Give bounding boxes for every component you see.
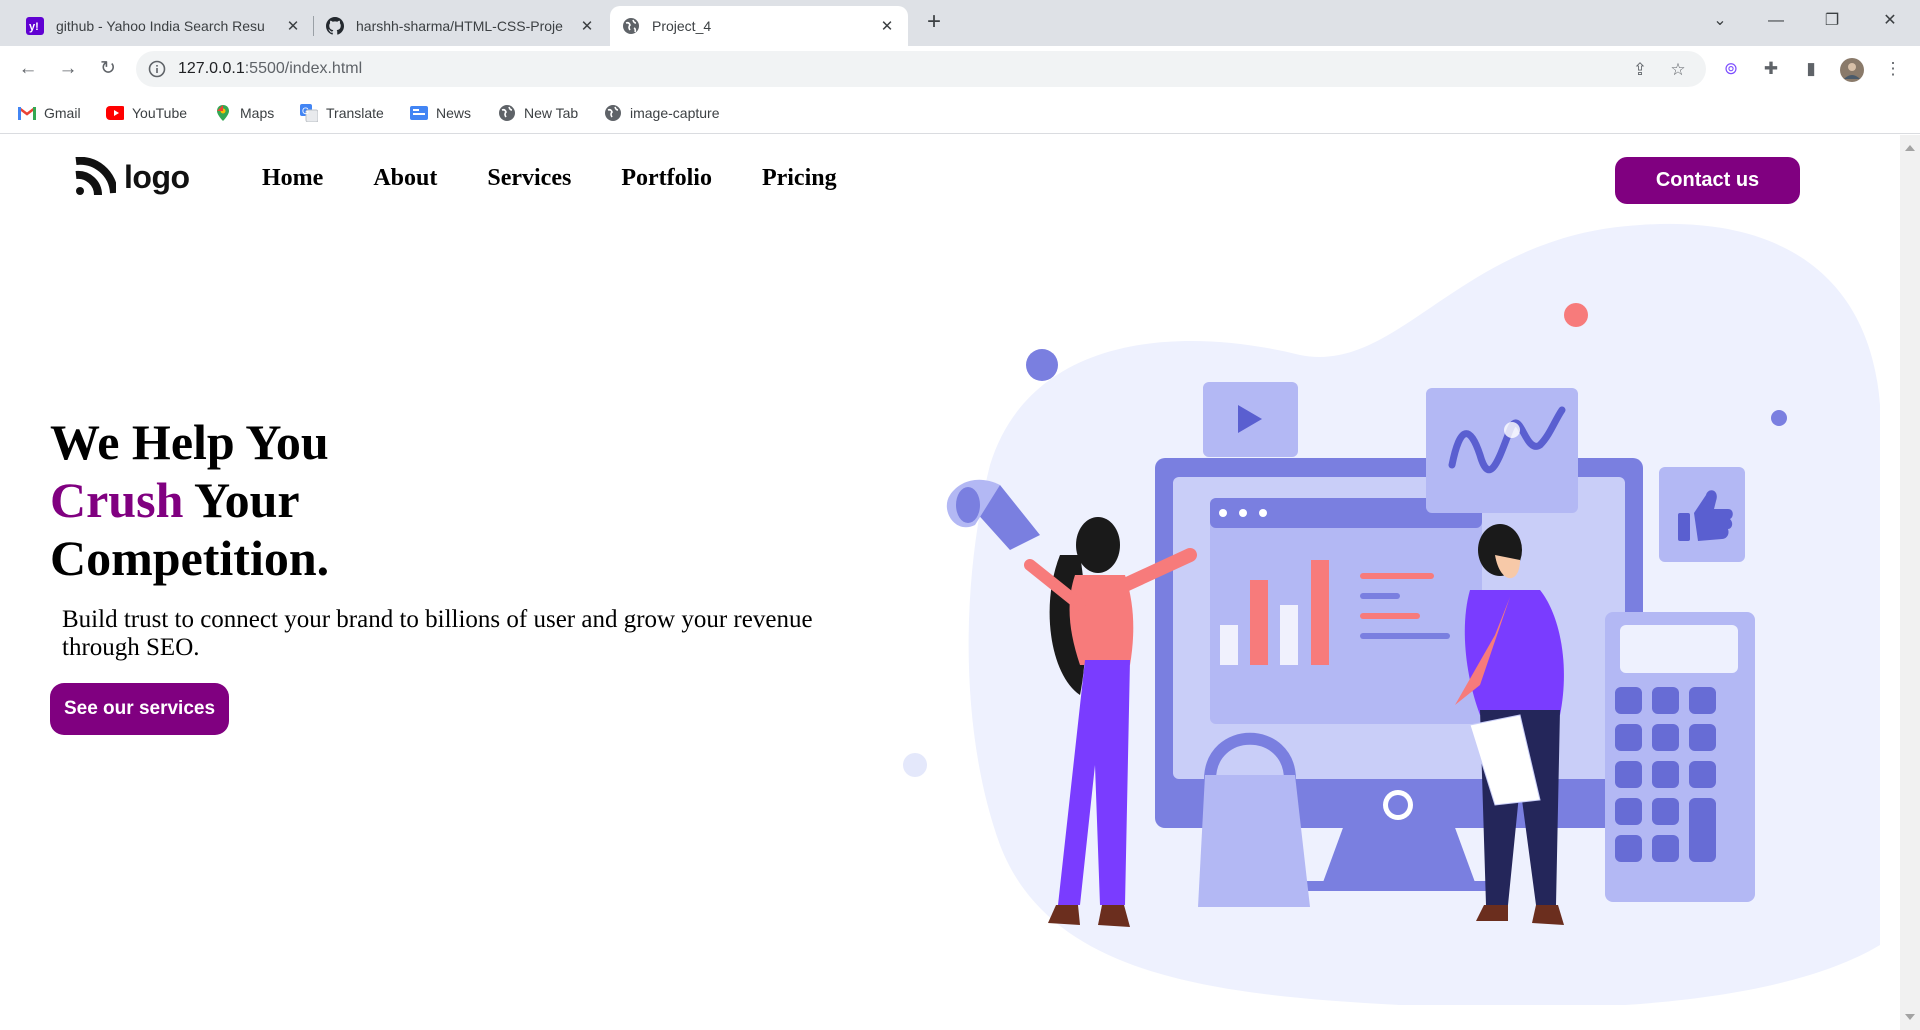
- browser-tab-strip: y! github - Yahoo India Search Resu ✕ ha…: [0, 0, 1920, 46]
- bookmark-news[interactable]: News: [410, 102, 471, 124]
- close-window-icon[interactable]: ✕: [1866, 6, 1914, 36]
- bookmark-label: YouTube: [132, 105, 188, 121]
- page-scrollbar[interactable]: [1900, 135, 1920, 1030]
- bookmark-label: Translate: [326, 105, 384, 121]
- hero-accent-word: Crush: [50, 472, 184, 528]
- maps-icon: [214, 104, 232, 122]
- svg-text:y!: y!: [29, 21, 39, 33]
- address-bar[interactable]: 127.0.0.1:5500/index.html ⇪ ☆: [136, 51, 1706, 87]
- see-services-button[interactable]: See our services: [50, 683, 229, 735]
- bookmark-star-icon[interactable]: ☆: [1668, 60, 1688, 80]
- close-tab-icon[interactable]: ✕: [578, 17, 596, 35]
- youtube-icon: [106, 104, 124, 122]
- logo-mark-icon: [75, 157, 116, 196]
- new-tab-button[interactable]: +: [920, 9, 948, 37]
- bookmark-gmail[interactable]: Gmail: [18, 102, 81, 124]
- hero-heading: We Help You Crush Your Competition.: [50, 413, 329, 587]
- bookmark-label: Maps: [240, 105, 275, 121]
- dot-purple-small: [1771, 410, 1787, 426]
- yahoo-icon: y!: [26, 17, 44, 35]
- bookmark-youtube[interactable]: YouTube: [106, 102, 187, 124]
- tab-yahoo-search[interactable]: y! github - Yahoo India Search Resu ✕: [14, 6, 314, 46]
- globe-icon: [622, 17, 640, 35]
- site-info-icon[interactable]: [148, 60, 166, 78]
- globe-icon: [604, 104, 622, 122]
- browser-toolbar: ← → ↻ 127.0.0.1:5500/index.html ⇪ ☆ ⊚ ✚ …: [0, 46, 1920, 92]
- hero-line-2-rest: Your: [183, 472, 300, 528]
- close-tab-icon[interactable]: ✕: [878, 17, 896, 35]
- tab-project4[interactable]: Project_4 ✕: [610, 6, 908, 46]
- hero-subtitle: Build trust to connect your brand to bil…: [62, 606, 813, 661]
- tab-title: harshh-sharma/HTML-CSS-Proje: [356, 18, 563, 34]
- github-icon: [326, 17, 344, 35]
- news-icon: [410, 104, 428, 122]
- dot-purple: [1026, 349, 1058, 381]
- nav-portfolio[interactable]: Portfolio: [621, 165, 712, 192]
- nav-about[interactable]: About: [373, 165, 437, 192]
- hero-illustration: [903, 224, 1880, 1005]
- svg-text:G: G: [302, 106, 309, 116]
- nav-services[interactable]: Services: [487, 165, 571, 192]
- gmail-icon: [18, 104, 36, 122]
- reload-icon[interactable]: ↻: [94, 57, 122, 81]
- scroll-down-icon[interactable]: [1905, 1014, 1915, 1020]
- forward-icon[interactable]: →: [54, 57, 82, 81]
- nav-pricing[interactable]: Pricing: [762, 165, 837, 192]
- tab-title: Project_4: [652, 18, 712, 34]
- translate-icon: G: [300, 104, 318, 122]
- url-text: 127.0.0.1:5500/index.html: [178, 60, 362, 78]
- share-icon[interactable]: ⇪: [1630, 60, 1650, 80]
- nav-home[interactable]: Home: [262, 165, 323, 192]
- contact-button[interactable]: Contact us: [1615, 157, 1800, 204]
- dot-coral-top: [1564, 303, 1588, 327]
- profile-avatar[interactable]: [1840, 58, 1864, 82]
- extension-icon[interactable]: ⊚: [1720, 58, 1742, 80]
- bookmarks-bar: Gmail YouTube Maps G Translate News New …: [0, 92, 1920, 134]
- analytics-card-icon: [1426, 388, 1578, 513]
- side-panel-icon[interactable]: ▮: [1800, 58, 1822, 80]
- tab-search-icon[interactable]: ⌄: [1696, 6, 1744, 36]
- globe-icon: [498, 104, 516, 122]
- tab-github[interactable]: harshh-sharma/HTML-CSS-Proje ✕: [314, 6, 608, 46]
- bookmark-label: News: [436, 105, 472, 121]
- bookmark-translate[interactable]: G Translate: [300, 102, 384, 124]
- site-logo[interactable]: logo: [74, 157, 190, 197]
- scroll-up-icon[interactable]: [1905, 145, 1915, 151]
- extensions-puzzle-icon[interactable]: ✚: [1760, 58, 1782, 80]
- tab-title: github - Yahoo India Search Resu: [56, 18, 265, 34]
- bookmark-new-tab[interactable]: New Tab: [498, 102, 578, 124]
- bookmark-label: image-capture: [630, 105, 720, 121]
- back-icon[interactable]: ←: [14, 57, 42, 81]
- hero-line-3: Competition.: [50, 530, 330, 586]
- bookmark-image-capture[interactable]: image-capture: [604, 102, 720, 124]
- thumbs-up-card-icon: [1659, 467, 1745, 562]
- bookmark-label: New Tab: [524, 105, 579, 121]
- hero-line-1: We Help You: [50, 414, 329, 470]
- calculator-graphic: [1605, 612, 1755, 902]
- close-tab-icon[interactable]: ✕: [284, 17, 302, 35]
- dot-light: [903, 753, 927, 777]
- url-host: 127.0.0.1: [178, 60, 245, 77]
- logo-text: logo: [124, 158, 190, 195]
- main-nav: Home About Services Portfolio Pricing: [262, 165, 887, 192]
- bookmark-maps[interactable]: Maps: [214, 102, 274, 124]
- video-card-icon: [1203, 382, 1298, 457]
- page-viewport: logo Home About Services Portfolio Prici…: [0, 135, 1900, 1030]
- menu-kebab-icon[interactable]: ⋮: [1882, 58, 1904, 80]
- url-path: :5500/index.html: [244, 60, 363, 77]
- minimize-icon[interactable]: —: [1752, 6, 1800, 36]
- bookmark-label: Gmail: [44, 105, 81, 121]
- restore-icon[interactable]: ❐: [1808, 6, 1856, 36]
